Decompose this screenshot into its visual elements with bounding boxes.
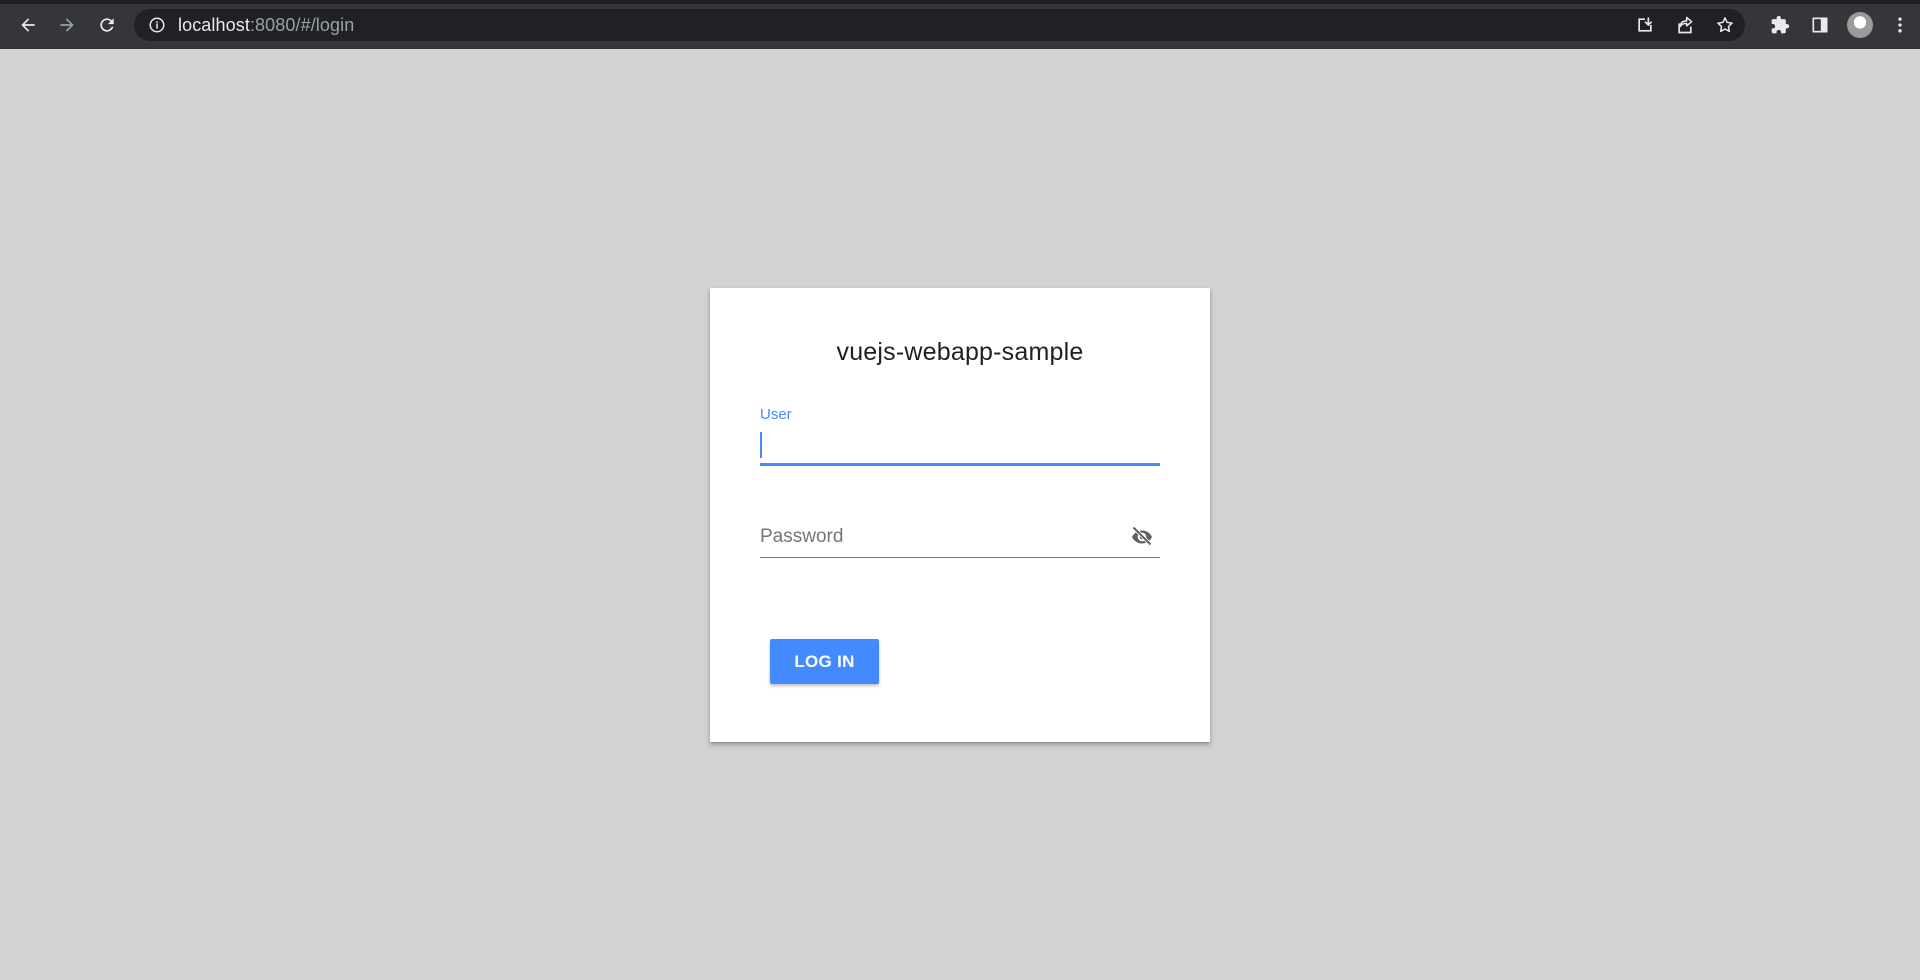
user-field-underline [760,463,1160,466]
profile-button[interactable] [1840,9,1880,41]
puzzle-icon[interactable] [1760,9,1800,41]
side-panel-icon[interactable] [1800,9,1840,41]
user-label: User [760,406,792,423]
user-field[interactable]: User [760,406,1160,466]
avatar [1847,12,1873,38]
app-title: vuejs-webapp-sample [836,338,1084,366]
password-input[interactable] [760,520,1160,554]
address-url: localhost:8080/#/login [178,15,354,36]
arrow-left-icon [21,18,35,32]
star-icon[interactable] [1705,9,1745,41]
forward-button[interactable] [53,11,81,39]
eye-off-icon[interactable] [1128,524,1156,548]
url-host: localhost [178,14,250,35]
kebab-menu-icon[interactable] [1880,9,1920,41]
toolbar-right [1760,9,1920,41]
login-button[interactable]: LOG IN [770,639,879,684]
tab-strip-edge [0,0,1920,4]
back-button[interactable] [14,11,42,39]
login-card: vuejs-webapp-sample User LOG IN [710,288,1210,742]
arrow-right-icon [60,18,74,32]
address-bar[interactable]: localhost:8080/#/login [134,9,1745,41]
password-field[interactable] [760,518,1160,558]
browser-toolbar: localhost:8080/#/login [0,0,1920,49]
url-path: :8080/#/login [249,14,355,35]
info-icon[interactable] [148,16,166,34]
omnibox-actions [1625,9,1745,41]
reload-icon [100,18,114,32]
user-input[interactable] [760,428,1160,462]
reload-button[interactable] [93,11,121,39]
install-app-icon[interactable] [1625,9,1665,41]
share-icon[interactable] [1665,9,1705,41]
password-field-underline [760,557,1160,558]
